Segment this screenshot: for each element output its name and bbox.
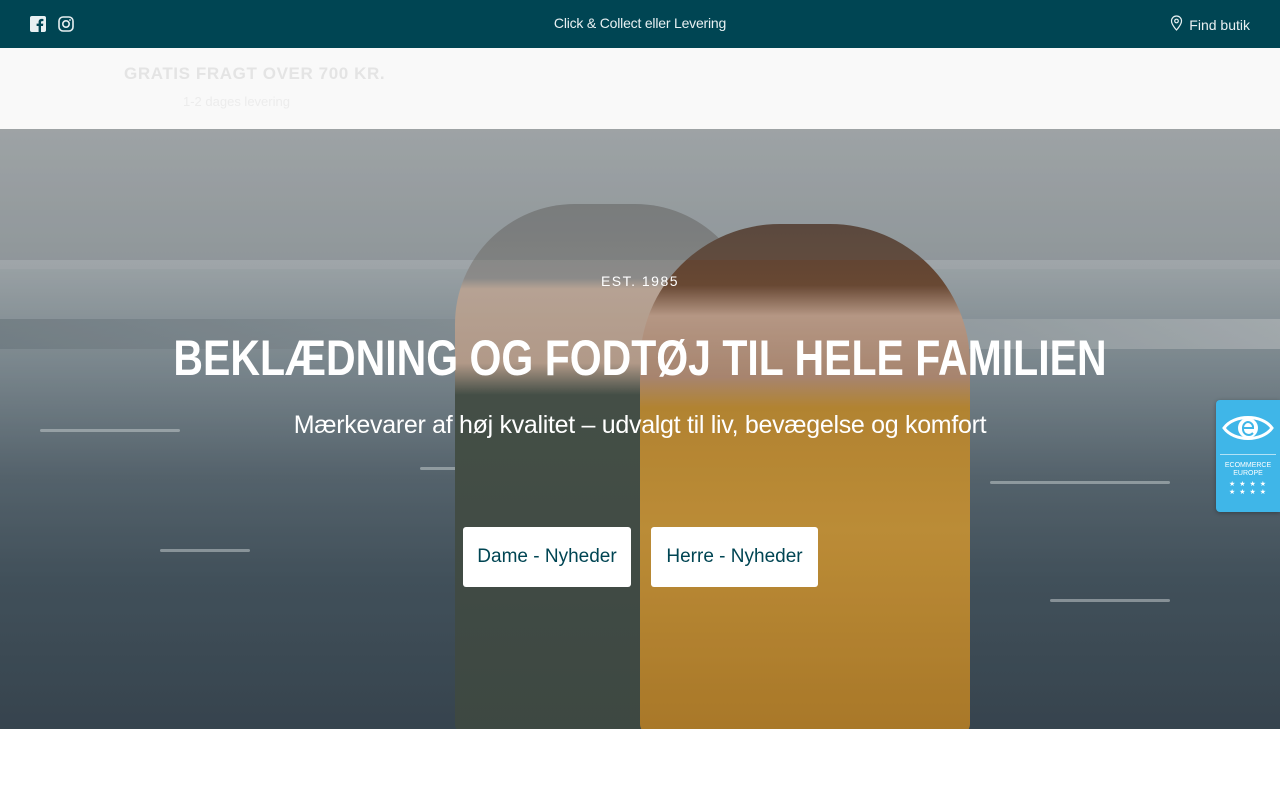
click-collect-text: Click & Collect eller Levering xyxy=(553,15,727,31)
herre-nyheder-button[interactable]: Herre - Nyheder xyxy=(651,527,818,587)
badge-divider xyxy=(1220,454,1276,455)
find-shop-label: Find butik xyxy=(1189,16,1250,33)
hero-overlay-top xyxy=(0,129,1280,260)
e-mark-icon xyxy=(1222,410,1274,446)
hero-subheadline: Mærkevarer af høj kvalitet – udvalgt til… xyxy=(293,411,987,439)
free-shipping-title: GRATIS FRAGT OVER 700 KR. xyxy=(124,64,386,83)
top-bar: Click & Collect eller Levering Find buti… xyxy=(0,0,1280,48)
promo-bar: GRATIS FRAGT OVER 700 KR. 1-2 dages leve… xyxy=(0,48,1280,129)
badge-label: ECOMMERCE EUROPE xyxy=(1224,462,1272,477)
hero-headline: BEKLÆDNING OG FODTØJ TIL HELE FAMILIEN xyxy=(173,330,1107,386)
badge-stars: ★ ★ ★ ★ ★ ★ ★ ★ xyxy=(1229,481,1267,496)
location-pin-icon xyxy=(1170,15,1183,34)
delivery-time-text: 1-2 dages levering xyxy=(183,94,290,109)
ecommerce-europe-badge[interactable]: ECOMMERCE EUROPE ★ ★ ★ ★ ★ ★ ★ ★ xyxy=(1216,400,1280,512)
established-label: EST. 1985 xyxy=(600,273,680,289)
dame-nyheder-button[interactable]: Dame - Nyheder xyxy=(463,527,631,587)
hero-banner: EST. 1985 BEKLÆDNING OG FODTØJ TIL HELE … xyxy=(0,129,1280,729)
find-shop-link[interactable]: Find butik xyxy=(1170,15,1250,34)
